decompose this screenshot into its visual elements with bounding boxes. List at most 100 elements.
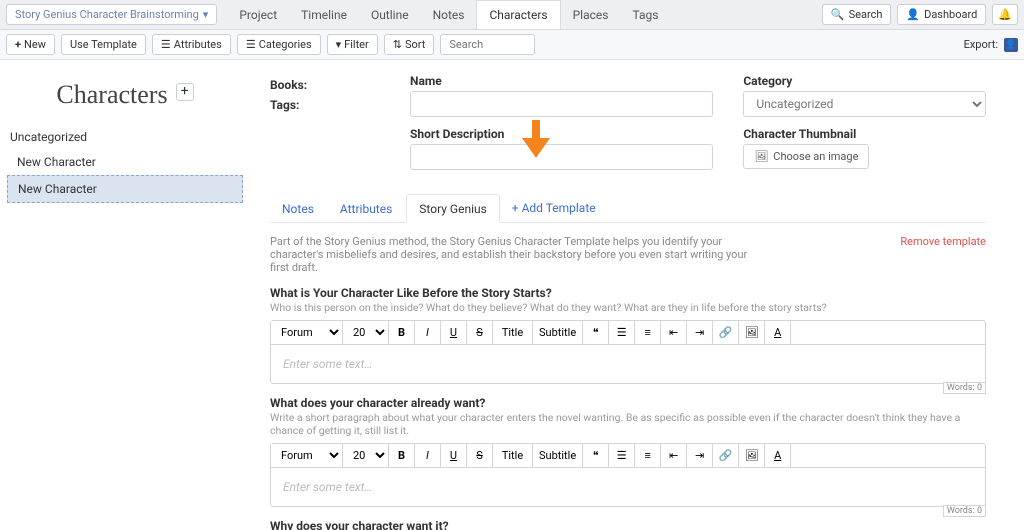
tab-project[interactable]: Project — [227, 1, 289, 29]
size-select[interactable]: 20 — [343, 444, 389, 467]
attributes-button[interactable]: ☰Attributes — [152, 34, 231, 55]
use-template-button[interactable]: Use Template — [61, 34, 146, 55]
rte-textarea[interactable]: Enter some text… — [270, 345, 986, 384]
categories-label: Categories — [259, 38, 312, 51]
tab-tags[interactable]: Tags — [620, 1, 670, 29]
export-user-icon[interactable]: 👤 — [1004, 38, 1018, 52]
export-label: Export: — [964, 38, 998, 51]
template-section: What does your character already want?Wr… — [270, 396, 986, 507]
color-button[interactable]: A — [765, 444, 791, 467]
list-icon: ☰ — [246, 38, 256, 51]
rte-toolbar: Forum20BIUSTitleSubtitle❝☰≡⇤⇥🔗🖼A — [270, 443, 986, 468]
search-input[interactable] — [440, 34, 535, 55]
character-list: New Character New Character — [6, 148, 244, 204]
tab-places[interactable]: Places — [561, 1, 621, 29]
title-button[interactable]: Title — [493, 444, 533, 467]
rte-toolbar: Forum20BIUSTitleSubtitle❝☰≡⇤⇥🔗🖼A — [270, 320, 986, 345]
sort-button[interactable]: ⇅Sort — [384, 34, 435, 55]
filter-button[interactable]: ▾Filter — [327, 34, 378, 55]
tab-timeline[interactable]: Timeline — [289, 1, 359, 29]
search-button[interactable]: 🔍 Search — [822, 4, 892, 25]
sidebar: Characters + Uncategorized New Character… — [0, 60, 250, 530]
caret-down-icon: ▾ — [203, 8, 209, 21]
rte-textarea[interactable]: Enter some text… — [270, 468, 986, 507]
tab-notes[interactable]: Notes — [421, 1, 477, 29]
link-button[interactable]: 🔗 — [713, 444, 739, 467]
subtab-story-genius[interactable]: Story Genius — [406, 194, 500, 223]
sidebar-title: Characters — [56, 80, 167, 110]
strike-button[interactable]: S — [467, 321, 493, 344]
category-label: Uncategorized — [10, 130, 244, 144]
italic-button[interactable]: I — [415, 444, 441, 467]
content-scroll[interactable]: Books: Tags: Name Short Description Cate… — [250, 60, 1024, 530]
subtab-attributes[interactable]: Attributes — [328, 195, 404, 222]
category-select[interactable]: Uncategorized — [743, 91, 986, 117]
italic-button[interactable]: I — [415, 321, 441, 344]
section-subtitle: Write a short paragraph about what your … — [270, 411, 986, 437]
short-desc-input[interactable] — [410, 144, 713, 170]
outdent-button[interactable]: ⇤ — [661, 444, 687, 467]
tab-characters[interactable]: Characters — [476, 0, 560, 29]
choose-image-button[interactable]: 🖼 Choose an image — [743, 144, 869, 169]
bold-button[interactable]: B — [389, 321, 415, 344]
subtitle-button[interactable]: Subtitle — [533, 321, 583, 344]
ol-button[interactable]: ☰ — [609, 321, 635, 344]
subtab-notes[interactable]: Notes — [270, 195, 326, 222]
category-label: Category — [743, 74, 986, 88]
bold-button[interactable]: B — [389, 444, 415, 467]
character-item[interactable]: New Character — [7, 175, 243, 203]
add-template-button[interactable]: + Add Template — [502, 194, 606, 222]
add-character-button[interactable]: + — [176, 83, 194, 101]
attributes-label: Attributes — [174, 38, 222, 51]
bell-button[interactable]: 🔔 — [992, 4, 1018, 25]
outdent-button[interactable]: ⇤ — [661, 321, 687, 344]
search-icon: 🔍 — [831, 8, 845, 21]
link-button[interactable]: 🔗 — [713, 321, 739, 344]
user-icon: 👤 — [906, 8, 920, 21]
main: Characters + Uncategorized New Character… — [0, 60, 1024, 530]
tab-outline[interactable]: Outline — [359, 1, 421, 29]
top-nav: Story Genius Character Brainstorming ▾ P… — [0, 0, 1024, 30]
project-selector[interactable]: Story Genius Character Brainstorming ▾ — [6, 4, 217, 25]
underline-button[interactable]: U — [441, 321, 467, 344]
section-title: What is Your Character Like Before the S… — [270, 286, 986, 300]
color-button[interactable]: A — [765, 321, 791, 344]
dashboard-button[interactable]: 👤 Dashboard — [897, 4, 986, 25]
font-select[interactable]: Forum — [271, 321, 343, 344]
toolbar: +New Use Template ☰Attributes ☰Categorie… — [0, 30, 1024, 60]
subtitle-button[interactable]: Subtitle — [533, 444, 583, 467]
ul-button[interactable]: ≡ — [635, 444, 661, 467]
new-button[interactable]: +New — [6, 34, 55, 55]
image-icon: 🖼 — [754, 150, 768, 163]
font-select[interactable]: Forum — [271, 444, 343, 467]
annotation-arrow-icon — [522, 120, 550, 161]
quote-button[interactable]: ❝ — [583, 444, 609, 467]
categories-button[interactable]: ☰Categories — [237, 34, 321, 55]
ol-button[interactable]: ☰ — [609, 444, 635, 467]
sort-label: Sort — [405, 38, 425, 51]
word-count: Words: 0 — [943, 505, 986, 517]
new-label: New — [24, 38, 46, 51]
content: Books: Tags: Name Short Description Cate… — [250, 60, 1016, 530]
image-button[interactable]: 🖼 — [739, 321, 765, 344]
underline-button[interactable]: U — [441, 444, 467, 467]
name-input[interactable] — [410, 91, 713, 117]
ul-button[interactable]: ≡ — [635, 321, 661, 344]
section-title: Why does your character want it? — [270, 519, 986, 530]
title-button[interactable]: Title — [493, 321, 533, 344]
template-section: Why does your character want it?Why does… — [270, 519, 986, 530]
choose-image-label: Choose an image — [773, 150, 858, 163]
strike-button[interactable]: S — [467, 444, 493, 467]
remove-template-link[interactable]: Remove template — [900, 235, 986, 248]
dashboard-label: Dashboard — [924, 8, 977, 21]
sub-tabs: Notes Attributes Story Genius + Add Temp… — [270, 194, 986, 223]
template-description: Part of the Story Genius method, the Sto… — [270, 235, 750, 274]
character-item[interactable]: New Character — [7, 149, 243, 175]
quote-button[interactable]: ❝ — [583, 321, 609, 344]
size-select[interactable]: 20 — [343, 321, 389, 344]
indent-button[interactable]: ⇥ — [687, 444, 713, 467]
indent-button[interactable]: ⇥ — [687, 321, 713, 344]
bell-icon: 🔔 — [998, 8, 1012, 21]
image-button[interactable]: 🖼 — [739, 444, 765, 467]
books-label: Books: — [270, 78, 380, 92]
